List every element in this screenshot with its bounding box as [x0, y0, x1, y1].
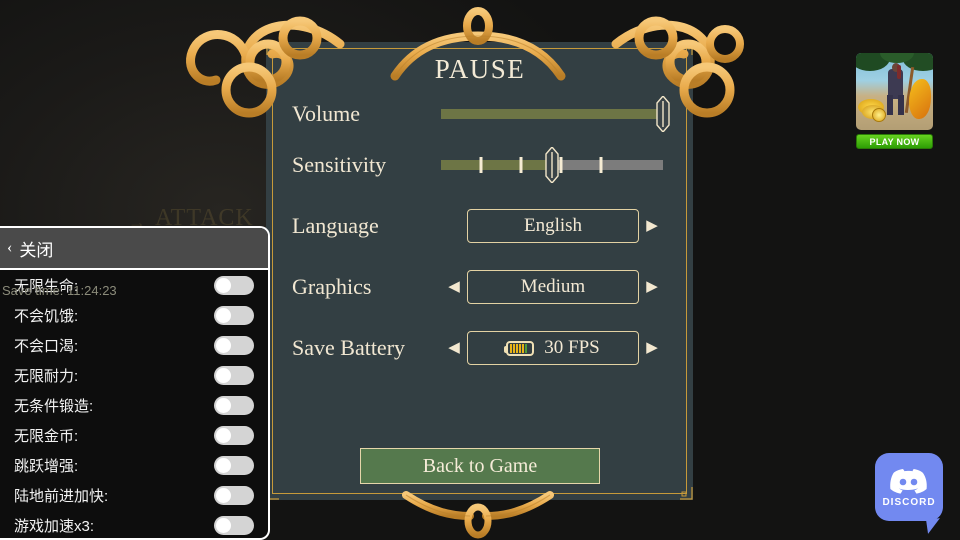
cheat-row[interactable]: 无限耐力: [0, 360, 268, 390]
cheat-row-label: 游戏加速x3: [14, 517, 95, 535]
cheat-toggle-knob [216, 307, 231, 323]
battery-icon [504, 340, 535, 356]
discord-label: DISCORD [882, 497, 936, 508]
cheat-toggle-knob [216, 487, 231, 503]
option-row-sensitivity: Sensitivity [266, 144, 693, 186]
save-battery-label: Save Battery [292, 335, 406, 360]
back-chevron-icon[interactable]: ‹ [7, 239, 12, 257]
cheat-row[interactable]: 游戏加速x3: [0, 510, 268, 538]
cheat-toggle-knob [216, 277, 231, 293]
sensitivity-slider-handle[interactable] [545, 147, 559, 183]
cheat-menu-header[interactable]: ‹ 关闭 [0, 228, 268, 270]
cheat-toggle-knob [216, 367, 231, 383]
cheat-toggle-knob [216, 397, 231, 413]
cheat-toggle[interactable] [214, 275, 254, 295]
volume-slider-fill [441, 109, 663, 119]
sensitivity-label: Sensitivity [292, 152, 387, 177]
cheat-toggle-knob [216, 427, 231, 443]
cheat-row[interactable]: 无限金币: [0, 420, 268, 450]
cheat-toggle[interactable] [214, 335, 254, 355]
discord-button[interactable]: DISCORD [875, 453, 943, 521]
cheat-row-label: 无条件锻造: [14, 397, 94, 415]
graphics-value: Medium [520, 276, 586, 297]
cheat-toggle[interactable] [214, 485, 254, 505]
cheat-row-label: 跳跃增强: [14, 457, 79, 475]
language-value: English [523, 215, 583, 236]
save-time-label: Save time: 11:24:23 [2, 283, 117, 298]
cheat-toggle[interactable] [214, 395, 254, 415]
sensitivity-tick [519, 157, 523, 173]
ad-banner[interactable]: PLAY NOW [856, 53, 933, 149]
cheat-toggle[interactable] [214, 455, 254, 475]
cheat-menu-panel: ‹ 关闭 无限生命: 不会饥饿: 不会口渴: 无限耐力: 无条件锻造: 无限金币: 跳跃增强… [0, 226, 270, 540]
cheat-row-label: 无限金币: [14, 427, 79, 445]
option-row-graphics: Graphics ◀ Medium ▶ [266, 266, 693, 308]
cheat-row-label: 不会饥饿: [14, 307, 79, 325]
cheat-toggle[interactable] [214, 305, 254, 325]
cheat-row[interactable]: 不会饥饿: [0, 300, 268, 330]
sensitivity-slider-fill [441, 160, 552, 170]
cheat-toggle-knob [216, 457, 231, 473]
cheat-row-label: 陆地前进加快: [14, 487, 109, 505]
cheat-row[interactable]: 陆地前进加快: [0, 480, 268, 510]
sensitivity-tick [599, 157, 603, 173]
language-selector[interactable]: English [467, 209, 639, 243]
graphics-next-arrow-icon[interactable]: ▶ [639, 279, 665, 295]
cheat-row[interactable]: 跳跃增强: [0, 450, 268, 480]
cheat-toggle-knob [216, 337, 231, 353]
volume-label: Volume [292, 101, 361, 126]
save-battery-prev-arrow-icon[interactable]: ◀ [441, 340, 467, 356]
cheat-row[interactable]: 不会口渴: [0, 330, 268, 360]
cheat-row-label: 无限耐力: [14, 367, 79, 385]
option-row-save-battery: Save Battery ◀ 30 FPS ▶ [266, 327, 693, 369]
cheat-list: 无限生命: 不会饥饿: 不会口渴: 无限耐力: 无条件锻造: 无限金币: 跳跃增强: 陆地前进… [0, 270, 268, 538]
volume-slider[interactable] [441, 93, 670, 135]
sensitivity-slider[interactable] [441, 144, 663, 186]
cheat-menu-title: 关闭 [19, 240, 54, 260]
ad-thumbnail-image[interactable] [856, 53, 933, 130]
discord-icon [890, 469, 927, 494]
graphics-selector[interactable]: Medium [467, 270, 639, 304]
graphics-prev-arrow-icon[interactable]: ◀ [441, 279, 467, 295]
sensitivity-tick [559, 157, 563, 173]
play-now-button[interactable]: PLAY NOW [856, 134, 933, 149]
option-row-language: Language English ▶ [266, 205, 693, 247]
page-title: PAUSE [434, 54, 526, 84]
back-to-game-button[interactable]: Back to Game [360, 448, 600, 484]
volume-slider-handle[interactable] [656, 96, 670, 132]
save-battery-value: 30 FPS [544, 337, 600, 358]
cheat-row[interactable]: 无条件锻造: [0, 390, 268, 420]
save-battery-next-arrow-icon[interactable]: ▶ [639, 340, 665, 356]
sensitivity-tick [479, 157, 483, 173]
cheat-toggle[interactable] [214, 365, 254, 385]
language-next-arrow-icon[interactable]: ▶ [639, 218, 665, 234]
language-label: Language [292, 213, 379, 238]
option-row-volume: Volume [266, 93, 693, 135]
cheat-row-label: 不会口渴: [14, 337, 79, 355]
save-battery-selector[interactable]: 30 FPS [467, 331, 639, 365]
cheat-toggle[interactable] [214, 425, 254, 445]
cheat-toggle[interactable] [214, 515, 254, 535]
graphics-label: Graphics [292, 274, 372, 299]
cheat-toggle-knob [216, 517, 231, 533]
